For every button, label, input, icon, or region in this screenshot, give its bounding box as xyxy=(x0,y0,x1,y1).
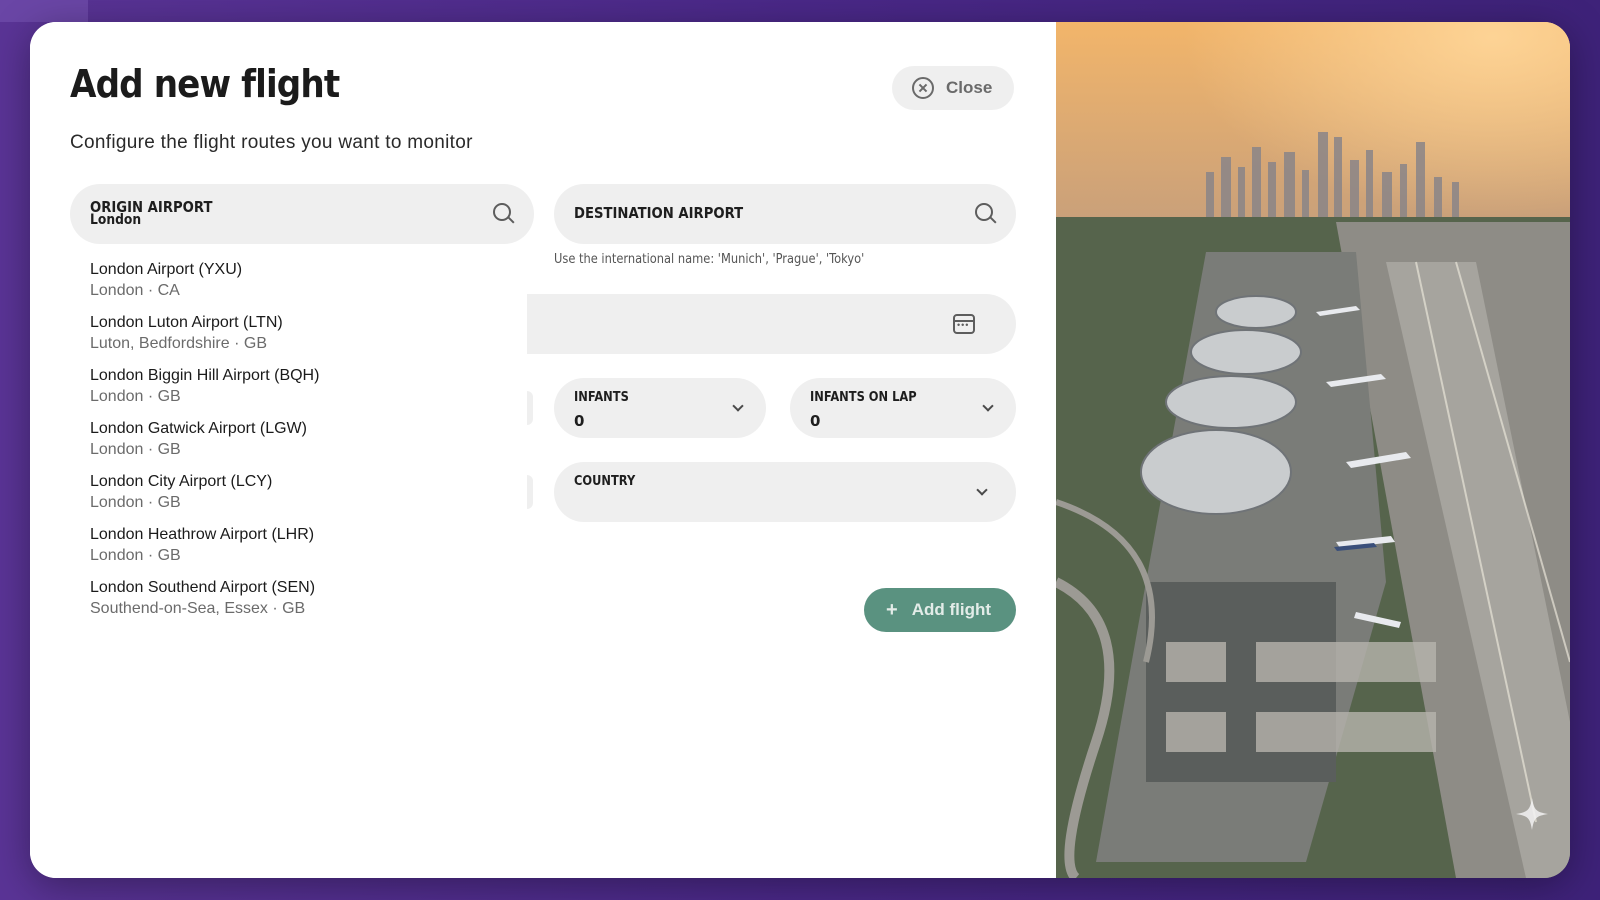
close-button-label: Close xyxy=(946,78,993,97)
suggestion-place: Luton, Bedfordshire · GB xyxy=(90,335,267,352)
suggestion-name: London Heathrow Airport (LHR) xyxy=(90,526,315,543)
page-title: Add new flight xyxy=(70,62,340,106)
infants-label: INFANTS xyxy=(574,390,629,405)
suggestion-place: London · GB xyxy=(90,441,181,458)
list-item[interactable]: London Southend Airport (SEN) Southend-o… xyxy=(70,572,526,625)
suggestion-name: London City Airport (LCY) xyxy=(90,473,273,490)
search-icon[interactable] xyxy=(492,202,514,224)
suggestion-place: London · CA xyxy=(90,282,180,299)
hidden-select-edge xyxy=(527,475,533,509)
infants-select[interactable]: INFANTS 0 xyxy=(554,378,766,438)
suggestion-place: London · GB xyxy=(90,388,181,405)
infants-value: 0 xyxy=(574,412,585,430)
list-item[interactable]: London Biggin Hill Airport (BQH) London … xyxy=(70,360,526,413)
country-select[interactable]: COUNTRY xyxy=(554,462,1016,522)
infants-on-lap-value: 0 xyxy=(810,412,821,430)
airport-aerial-image xyxy=(1056,22,1570,878)
plus-icon: + xyxy=(886,599,898,621)
suggestion-name: London Biggin Hill Airport (BQH) xyxy=(90,367,320,384)
page-subtitle: Configure the flight routes you want to … xyxy=(70,132,473,153)
suggestion-name: London Luton Airport (LTN) xyxy=(90,314,283,331)
origin-airport-input[interactable]: ORIGIN AIRPORT London xyxy=(70,184,534,244)
country-label: COUNTRY xyxy=(574,474,636,489)
chevron-down-icon xyxy=(976,484,988,496)
close-circle-icon xyxy=(912,77,934,99)
chevron-down-icon xyxy=(732,400,744,412)
suggestion-place: Southend-on-Sea, Essex · GB xyxy=(90,600,306,617)
list-item[interactable]: London Airport (YXU) London · CA xyxy=(70,254,526,307)
destination-hint: Use the international name: 'Munich', 'P… xyxy=(554,252,865,267)
list-item[interactable]: London City Airport (LCY) London · GB xyxy=(70,466,526,519)
origin-suggestions-dropdown: London Airport (YXU) London · CA London … xyxy=(70,254,526,625)
suggestion-place: London · GB xyxy=(90,494,181,511)
suggestion-name: London Southend Airport (SEN) xyxy=(90,579,316,596)
date-field[interactable] xyxy=(527,294,1016,354)
infants-on-lap-label: INFANTS ON LAP xyxy=(810,390,917,405)
search-icon[interactable] xyxy=(974,202,996,224)
destination-airport-input[interactable]: DESTINATION AIRPORT xyxy=(554,184,1016,244)
close-button[interactable]: Close xyxy=(892,66,1014,110)
hidden-select-edge xyxy=(527,391,533,425)
list-item[interactable]: London Luton Airport (LTN) Luton, Bedfor… xyxy=(70,307,526,360)
add-flight-label: Add flight xyxy=(911,600,991,619)
backdrop-strip xyxy=(0,0,88,22)
chevron-down-icon xyxy=(982,400,994,412)
suggestion-name: London Gatwick Airport (LGW) xyxy=(90,420,307,437)
airport-scene-illustration xyxy=(1056,22,1570,878)
add-flight-button[interactable]: + Add flight xyxy=(864,588,1016,632)
add-flight-modal: Add new flight Configure the flight rout… xyxy=(30,22,1570,878)
destination-airport-label: DESTINATION AIRPORT xyxy=(574,204,744,222)
list-item[interactable]: London Gatwick Airport (LGW) London · GB xyxy=(70,413,526,466)
form-pane: Add new flight Configure the flight rout… xyxy=(30,22,1056,878)
suggestion-name: London Airport (YXU) xyxy=(90,261,243,278)
origin-airport-value[interactable]: London xyxy=(90,212,141,228)
suggestion-place: London · GB xyxy=(90,547,181,564)
list-item[interactable]: London Heathrow Airport (LHR) London · G… xyxy=(70,519,526,572)
infants-on-lap-select[interactable]: INFANTS ON LAP 0 xyxy=(790,378,1016,438)
calendar-icon[interactable] xyxy=(953,314,975,334)
